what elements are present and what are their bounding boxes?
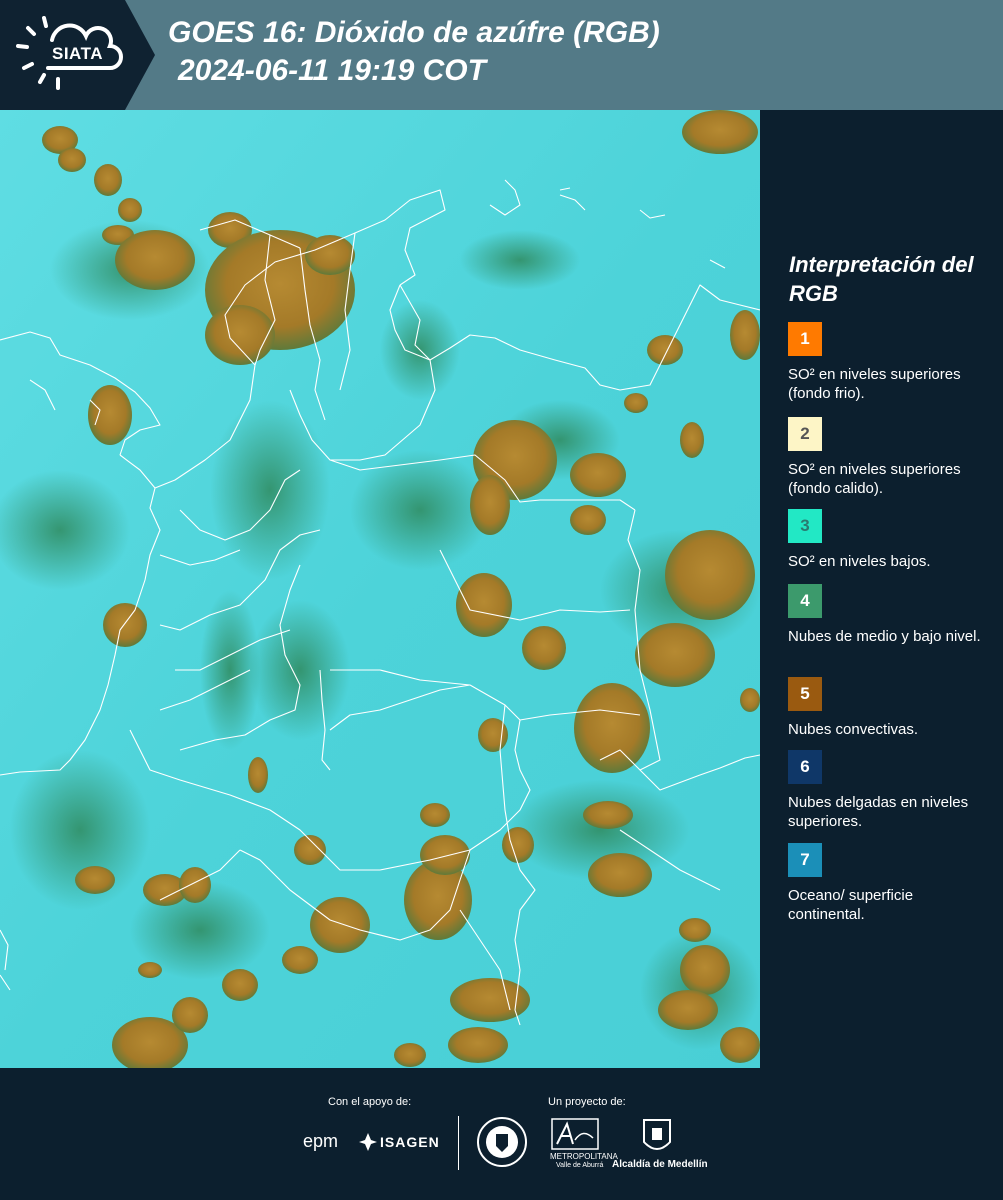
isagen-logo-icon xyxy=(359,1133,377,1151)
satellite-image xyxy=(0,110,760,1068)
legend-panel: Interpretación del RGB 1 SO² en niveles … xyxy=(760,110,1003,1068)
title-line-1: GOES 16: Dióxido de azúfre (RGB) xyxy=(168,16,660,49)
legend-swatch-4: 4 xyxy=(788,584,822,618)
project-label: Un proyecto de: xyxy=(548,1096,626,1108)
legend-item-2: 2 SO² en niveles superiores (fondo calid… xyxy=(788,417,988,498)
area-metropolitana-logo-icon xyxy=(551,1118,599,1150)
footer-divider xyxy=(458,1116,459,1170)
legend-text-5: Nubes convectivas. xyxy=(788,721,919,738)
alcaldia-shield-icon xyxy=(643,1119,671,1150)
legend-item-7: 7 Oceano/ superficie continental. xyxy=(788,843,988,924)
legend-item-5: 5 Nubes convectivas. xyxy=(788,677,988,739)
legend-text-1: SO² en niveles superiores (fondo frio). xyxy=(788,366,961,402)
legend-swatch-2: 2 xyxy=(788,417,822,451)
header-bar: SIATA GOES 16: Dióxido de azúfre (RGB) 2… xyxy=(0,0,1003,110)
legend-swatch-7: 7 xyxy=(788,843,822,877)
epm-logo: epm xyxy=(303,1131,339,1151)
legend-item-1: 1 SO² en niveles superiores (fondo frio)… xyxy=(788,322,988,403)
legend-item-6: 6 Nubes delgadas en niveles superiores. xyxy=(788,750,988,831)
legend-text-3: SO² en niveles bajos. xyxy=(788,553,931,570)
partner1-line1: METROPOLITANA xyxy=(550,1152,618,1161)
footer: Con el apoyo de: Un proyecto de: epm ISA… xyxy=(0,1068,1003,1200)
legend-swatch-6: 6 xyxy=(788,750,822,784)
legend-text-2: SO² en niveles superiores (fondo calido)… xyxy=(788,461,961,497)
legend-swatch-1: 1 xyxy=(788,322,822,356)
legend-text-6: Nubes delgadas en niveles superiores. xyxy=(788,794,969,830)
title-line-2: 2024-06-11 19:19 COT xyxy=(178,54,486,87)
medellin-seal-icon xyxy=(477,1117,527,1167)
page-title: GOES 16: Dióxido de azúfre (RGB) 2024-06… xyxy=(168,14,660,90)
alcaldia-logo-text: Alcaldía de Medellín xyxy=(612,1159,708,1170)
legend-item-3: 3 SO² en niveles bajos. xyxy=(788,509,988,571)
legend-title: Interpretación del RGB xyxy=(789,252,974,306)
logo-text: SIATA xyxy=(52,44,103,63)
partner1-line2: Valle de Aburrá xyxy=(556,1162,604,1169)
siata-logo: SIATA xyxy=(0,0,155,110)
legend-swatch-3: 3 xyxy=(788,509,822,543)
legend-item-4: 4 Nubes de medio y bajo nivel. xyxy=(788,584,988,646)
satellite-map xyxy=(0,110,760,1068)
isagen-logo: ISAGEN xyxy=(380,1134,440,1150)
legend-text-4: Nubes de medio y bajo nivel. xyxy=(788,628,981,645)
legend-text-7: Oceano/ superficie continental. xyxy=(788,887,914,923)
legend-swatch-5: 5 xyxy=(788,677,822,711)
support-label: Con el apoyo de: xyxy=(328,1096,412,1108)
